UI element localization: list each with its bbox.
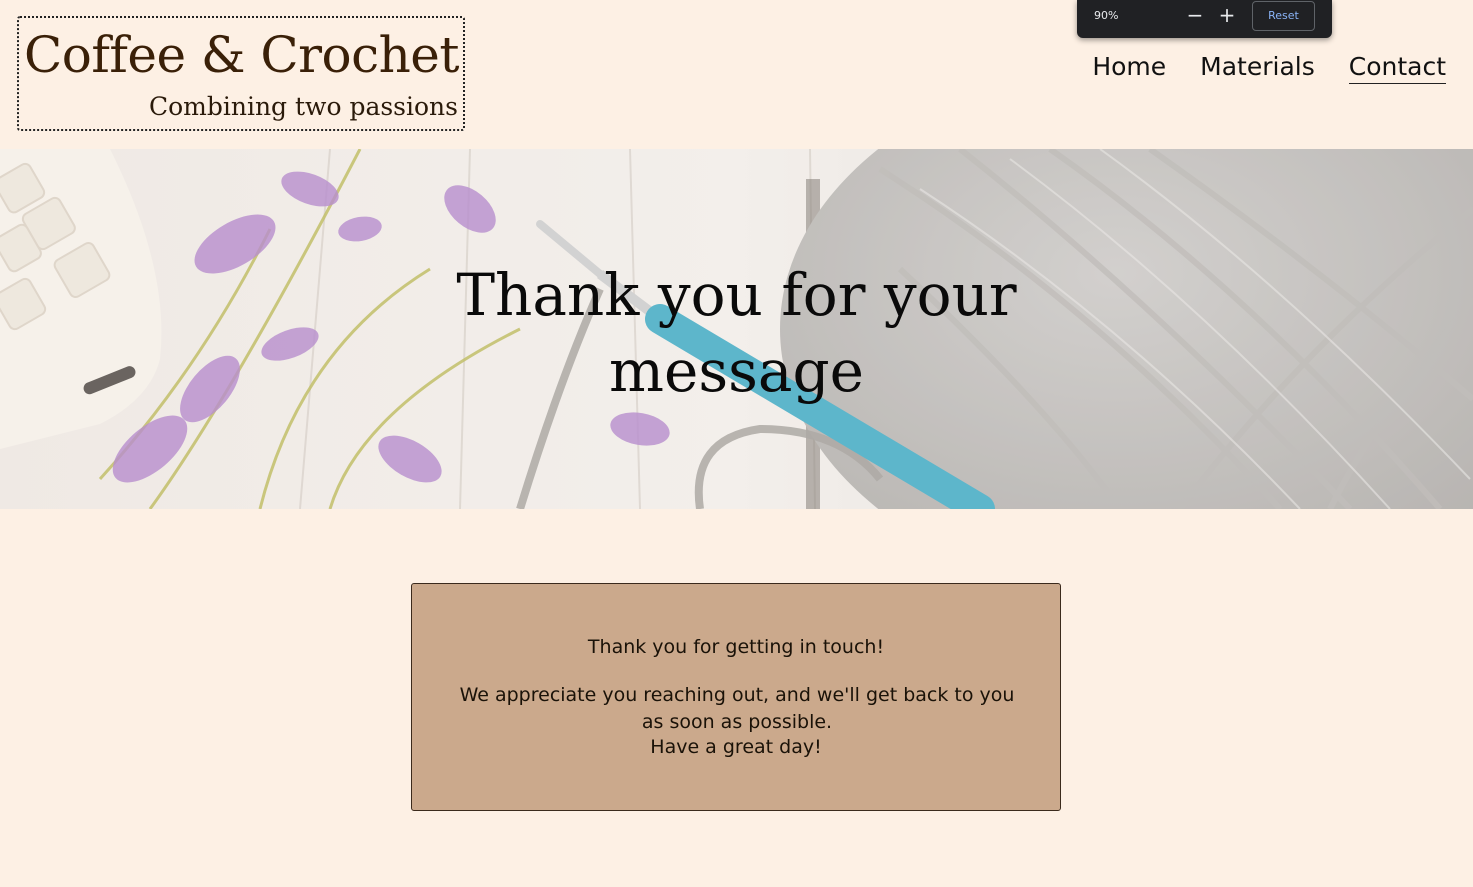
logo-tagline: Combining two passions <box>148 92 458 121</box>
message-body: We appreciate you reaching out, and we'l… <box>459 684 1015 733</box>
hero-banner: Thank you for your message <box>0 149 1473 509</box>
plus-icon[interactable]: + <box>1215 4 1239 28</box>
nav-materials-link[interactable]: Materials <box>1200 52 1315 84</box>
nav-home-link[interactable]: Home <box>1092 52 1166 84</box>
message-heading: Thank you for getting in touch! <box>587 636 885 658</box>
hero-title: Thank you for your message <box>0 257 1473 409</box>
hero-title-line1: Thank you for your <box>456 261 1017 329</box>
thank-you-message-box: Thank you for getting in touch! We appre… <box>411 583 1061 811</box>
hero-title-line2: message <box>609 337 864 405</box>
zoom-reset-button[interactable]: Reset <box>1252 1 1315 31</box>
nav-contact-link[interactable]: Contact <box>1348 52 1446 84</box>
zoom-level: 90% <box>1094 9 1119 22</box>
minus-icon[interactable]: − <box>1183 4 1207 28</box>
message-signoff: Have a great day! <box>650 736 822 758</box>
main-nav: Home Materials Contact <box>1092 52 1446 84</box>
site-logo[interactable]: Coffee & Crochet Combining two passions <box>17 16 465 131</box>
zoom-popup: 90% − + Reset <box>1077 0 1332 38</box>
logo-title: Coffee & Crochet <box>24 26 460 84</box>
